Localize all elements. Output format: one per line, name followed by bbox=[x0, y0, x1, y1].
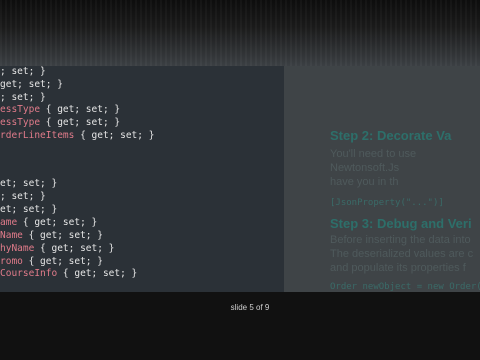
property-accessor: { get; set; } bbox=[34, 243, 115, 254]
step2-heading: Step 2: Decorate Va bbox=[330, 128, 452, 143]
property-name: Name bbox=[0, 230, 23, 241]
property-accessor: { get; set; } bbox=[22, 256, 103, 267]
step2-text-line: You'll need to use bbox=[330, 148, 417, 160]
code-line: Name { get; set; } bbox=[0, 230, 103, 242]
property-accessor: { get; set; } bbox=[40, 117, 121, 128]
property-accessor: et; set; } bbox=[0, 204, 58, 215]
property-accessor: { get; set; } bbox=[17, 217, 98, 228]
property-name: essType bbox=[0, 117, 41, 128]
code-line: et; set; } bbox=[0, 204, 57, 216]
property-accessor: { get; set; } bbox=[74, 130, 155, 141]
slide-counter: slide 5 of 9 bbox=[230, 303, 270, 312]
step2-text-line: have you in th bbox=[330, 176, 399, 188]
code-line: ; set; } bbox=[0, 66, 46, 78]
slide-content-panel: Step 2: Decorate Va You'll need to use N… bbox=[284, 66, 480, 292]
property-accessor: et; set; } bbox=[0, 178, 58, 189]
code-line: ame { get; set; } bbox=[0, 217, 97, 229]
property-accessor: ; set; } bbox=[0, 92, 46, 103]
property-name: CourseInfo bbox=[0, 268, 58, 279]
code-line: ; set; } bbox=[0, 191, 46, 203]
property-accessor: { get; set; } bbox=[40, 104, 121, 115]
code-line: get; set; } bbox=[0, 79, 63, 91]
property-accessor: { get; set; } bbox=[22, 230, 103, 241]
code-line: rderLineItems { get; set; } bbox=[0, 130, 154, 142]
window-header-band bbox=[0, 0, 480, 66]
property-accessor: get; set; } bbox=[0, 79, 63, 90]
property-name: romo bbox=[0, 256, 23, 267]
property-name: rderLineItems bbox=[0, 130, 75, 141]
code-line: CourseInfo { get; set; } bbox=[0, 268, 137, 280]
property-accessor: ; set; } bbox=[0, 191, 46, 202]
property-name: hyName bbox=[0, 243, 35, 254]
code-line: ; set; } bbox=[0, 92, 46, 104]
code-line: romo { get; set; } bbox=[0, 256, 103, 268]
step3-text-line: Before inserting the data into bbox=[330, 234, 471, 246]
property-accessor: ; set; } bbox=[0, 66, 46, 77]
step3-text-line: The deserialized values are c bbox=[330, 248, 474, 260]
code-editor-panel[interactable]: ; set; } get; set; } ; set; } essType { … bbox=[0, 66, 284, 292]
step2-code-snippet: [JsonProperty("...")] bbox=[330, 198, 444, 208]
step3-heading: Step 3: Debug and Veri bbox=[330, 216, 472, 231]
code-line: et; set; } bbox=[0, 178, 57, 190]
property-accessor: { get; set; } bbox=[57, 268, 138, 279]
step3-code-snippet: Order newObject = new Order() bbox=[330, 282, 480, 292]
code-line: hyName { get; set; } bbox=[0, 243, 114, 255]
property-name: essType bbox=[0, 104, 41, 115]
code-line: essType { get; set; } bbox=[0, 104, 120, 116]
step2-text-line: Newtonsoft.Js bbox=[330, 162, 400, 174]
property-name: ame bbox=[0, 217, 18, 228]
step3-text-line: and populate its properties f bbox=[330, 262, 466, 274]
code-line: essType { get; set; } bbox=[0, 117, 120, 129]
